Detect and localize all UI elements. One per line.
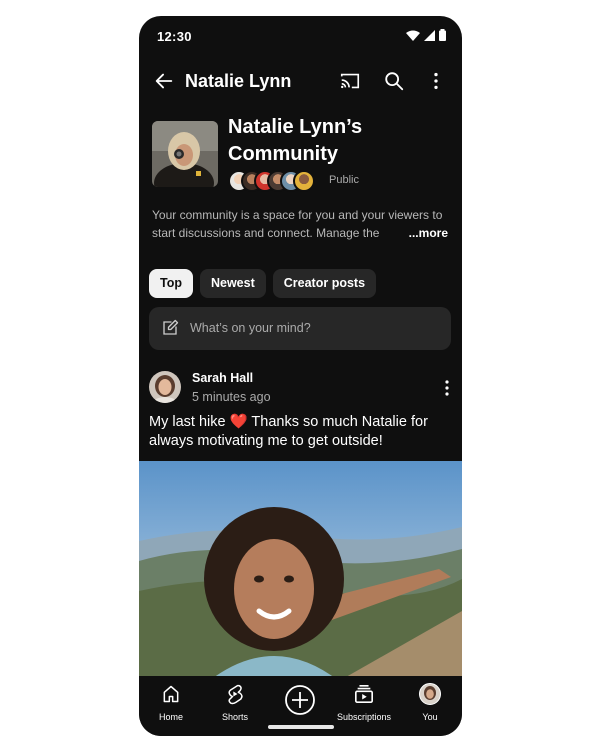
description-text: Your community is a space for you and yo… xyxy=(152,208,443,240)
edit-icon xyxy=(163,319,179,335)
visibility-label: Public xyxy=(329,174,359,186)
community-title: Natalie Lynn’s Community xyxy=(228,116,363,165)
post-timestamp: 5 minutes ago xyxy=(192,390,271,404)
chip-newest[interactable]: Newest xyxy=(199,269,266,298)
nav-subscriptions[interactable]: Subscriptions xyxy=(332,682,396,722)
nav-home[interactable]: Home xyxy=(139,682,203,722)
create-plus-icon xyxy=(285,685,315,715)
status-icons xyxy=(406,29,446,41)
signal-icon xyxy=(424,29,435,41)
wifi-icon xyxy=(406,30,420,41)
author-avatar[interactable] xyxy=(149,371,181,403)
post-composer[interactable]: What’s on your mind? xyxy=(149,307,451,350)
nav-shorts-label: Shorts xyxy=(221,712,248,722)
battery-icon xyxy=(439,29,446,41)
chip-top[interactable]: Top xyxy=(149,269,193,298)
more-link[interactable]: ...more xyxy=(406,224,448,242)
app-bar: Natalie Lynn xyxy=(139,64,462,100)
nav-subscriptions-label: Subscriptions xyxy=(336,712,392,722)
home-icon xyxy=(163,685,179,703)
composer-placeholder: What’s on your mind? xyxy=(190,321,311,335)
status-bar: 12:30 xyxy=(139,16,462,56)
member-avatar-stack[interactable] xyxy=(228,170,315,192)
status-time: 12:30 xyxy=(157,29,192,44)
nav-shorts[interactable]: Shorts xyxy=(203,682,267,722)
cast-icon[interactable] xyxy=(339,70,361,92)
search-icon[interactable] xyxy=(383,70,405,92)
member-avatar xyxy=(293,170,315,192)
nav-create[interactable] xyxy=(268,682,332,718)
post-image[interactable] xyxy=(139,461,462,681)
nav-home-label: Home xyxy=(158,712,183,722)
community-description: Your community is a space for you and yo… xyxy=(152,206,452,242)
more-vert-icon[interactable] xyxy=(425,70,447,92)
post-more-icon[interactable] xyxy=(440,379,454,397)
author-name[interactable]: Sarah Hall xyxy=(192,371,253,385)
shorts-icon xyxy=(228,684,243,705)
gesture-handle xyxy=(268,725,334,729)
profile-avatar-icon xyxy=(419,683,441,705)
nav-you[interactable]: You xyxy=(398,682,462,722)
community-avatar xyxy=(152,121,218,187)
subscriptions-icon xyxy=(355,685,373,703)
chip-creator-posts[interactable]: Creator posts xyxy=(272,269,377,298)
bottom-nav: Home Shorts Subscriptions You xyxy=(139,676,462,736)
nav-you-label: You xyxy=(422,712,438,722)
channel-title: Natalie Lynn xyxy=(185,71,292,91)
phone-screen: 12:30 Natalie Lynn Natalie Lynn’s Commun… xyxy=(139,16,462,736)
post-text: My last hike ❤️ Thanks so much Natalie f… xyxy=(149,414,428,449)
back-arrow-icon[interactable] xyxy=(153,70,175,92)
filter-chips: Top Newest Creator posts xyxy=(149,269,377,298)
